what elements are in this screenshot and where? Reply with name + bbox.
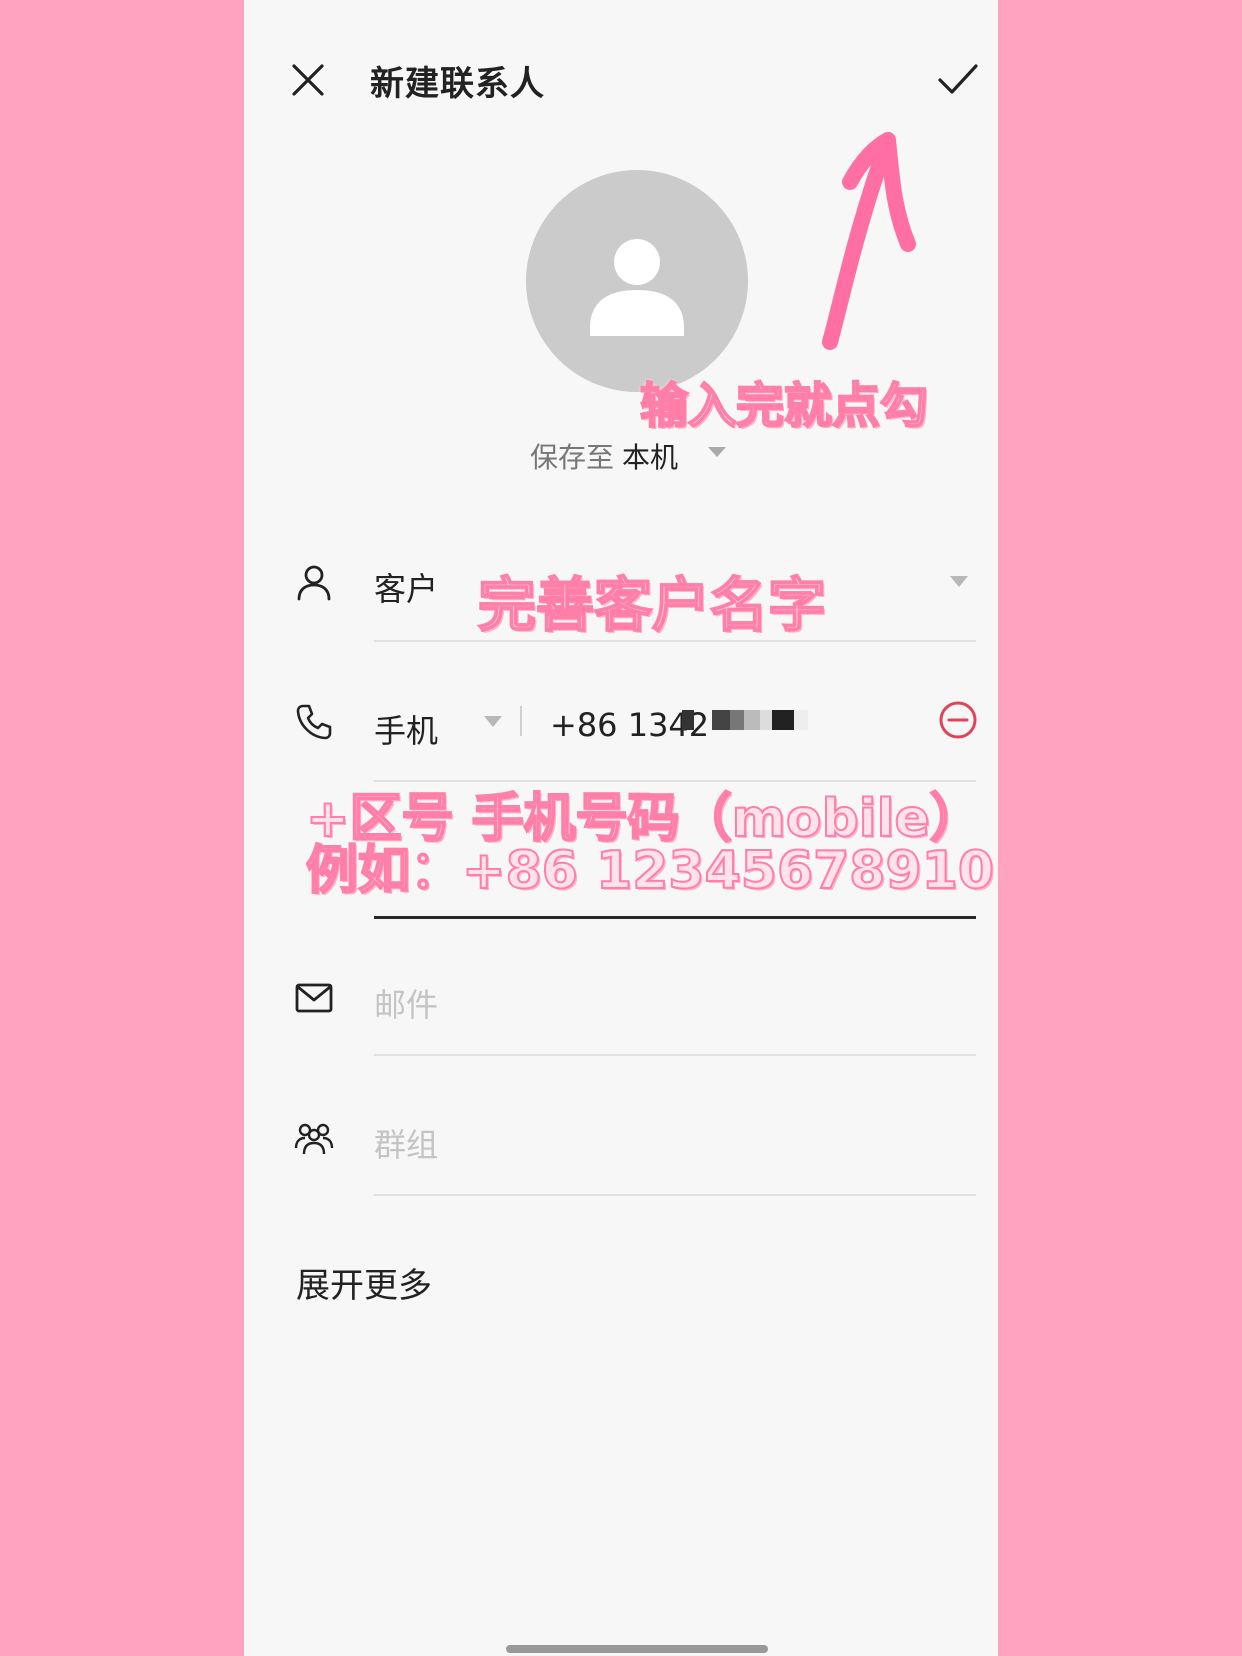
chevron-down-icon[interactable]: [708, 447, 726, 457]
mail-icon: [294, 978, 334, 1018]
save-location-selector[interactable]: 保存至 本机: [530, 436, 678, 476]
chevron-down-icon[interactable]: [950, 576, 968, 587]
annotation-fill-name: 完善客户名字: [477, 570, 827, 640]
group-input[interactable]: 群组: [374, 1120, 438, 1166]
confirm-button[interactable]: [936, 60, 980, 100]
blurred-number: [682, 710, 808, 730]
close-icon: [292, 64, 324, 96]
new-phone-input-underline[interactable]: [374, 916, 976, 919]
save-to-label: 保存至: [530, 441, 615, 474]
contact-avatar[interactable]: [526, 170, 748, 392]
minus-circle-icon: [939, 701, 977, 739]
person-icon: [590, 239, 684, 336]
chevron-down-icon[interactable]: [484, 716, 502, 727]
save-to-value: 本机: [622, 441, 679, 474]
expand-more-button[interactable]: 展开更多: [296, 1258, 432, 1307]
home-indicator[interactable]: [506, 1645, 768, 1653]
group-icon: [294, 1118, 334, 1158]
annotation-arrow-icon: [822, 132, 916, 350]
divider: [374, 1194, 976, 1196]
name-input[interactable]: 客户: [374, 564, 438, 610]
annotation-tap-check: 输入完就点勾: [639, 377, 929, 435]
email-input[interactable]: 邮件: [374, 980, 438, 1026]
page-title: 新建联系人: [370, 64, 545, 104]
separator: [520, 706, 522, 736]
remove-phone-button[interactable]: [938, 700, 978, 740]
check-icon: [938, 64, 978, 94]
phone-icon: [294, 702, 334, 742]
phone-type-label[interactable]: 手机: [374, 706, 438, 752]
person-outline-icon: [294, 562, 334, 602]
close-button[interactable]: [288, 60, 328, 100]
divider: [374, 1054, 976, 1056]
annotation-phone-hint-2: 例如：+86 12345678910: [305, 840, 995, 902]
